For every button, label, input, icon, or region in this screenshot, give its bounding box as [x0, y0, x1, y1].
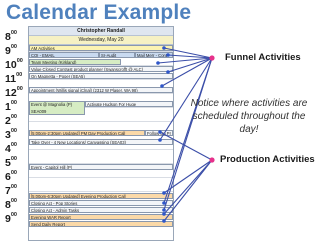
- production-activities-label: Production Activities: [220, 154, 315, 165]
- hour-label: 1200: [5, 86, 23, 99]
- calendar-event[interactable]: Sr-Audit: [99, 52, 135, 58]
- slide-title: Calendar Example: [6, 1, 192, 24]
- calendar-event[interactable]: Follow Up Pr: [145, 130, 173, 136]
- hour-divider: [29, 93, 173, 94]
- calendar-event[interactable]: COI - EMAIL: [29, 52, 99, 58]
- calendar-event[interactable]: Value Closed Contrast product planner (S…: [29, 66, 173, 72]
- calendar-date: Wednesday, May 20: [29, 36, 173, 45]
- hour-label: 100: [5, 100, 17, 113]
- calendar-grid: Christopher Randall Wednesday, May 20 AM…: [28, 26, 174, 241]
- calendar-event[interactable]: Closing Act - Pop Stories: [29, 200, 173, 206]
- hour-divider: [29, 191, 173, 192]
- calendar-event[interactable]: Activate Hudson For Huge: [85, 101, 173, 107]
- hour-divider: [29, 79, 173, 80]
- funnel-connector: [167, 54, 213, 59]
- hour-label: 900: [5, 44, 17, 57]
- hour-divider: [29, 177, 173, 178]
- hour-column: 800 900 1000 1100 1200 100 200 300 400 5…: [4, 26, 26, 239]
- calendar-event[interactable]: SEA009: [29, 109, 85, 115]
- hour-divider: [29, 149, 173, 150]
- calendar-event[interactable]: [5:00pm-2:30pm Updated] PM Day Productio…: [29, 130, 145, 136]
- calendar-event[interactable]: Send Daily Report: [29, 221, 173, 227]
- hour-label: 600: [5, 170, 17, 183]
- calendar-event[interactable]: AM Activities: [29, 45, 173, 51]
- calendar-event[interactable]: [5:00pm-6:30pm Updated] Evening Producti…: [29, 193, 173, 199]
- hour-label: 900: [5, 212, 17, 225]
- hour-label: 400: [5, 142, 17, 155]
- funnel-connector: [167, 57, 213, 73]
- hour-label: 800: [5, 30, 17, 43]
- hour-label: 800: [5, 198, 17, 211]
- hour-label: 1100: [5, 72, 23, 85]
- calendar-owner: Christopher Randall: [29, 27, 173, 36]
- calendar-event[interactable]: Team Meeting (Kirkland): [29, 59, 121, 65]
- calendar-event[interactable]: Event - Capitol Hill (P): [29, 164, 173, 170]
- calendar-event[interactable]: Mail Merr - Cont: [135, 52, 173, 58]
- hour-label: 1000: [5, 58, 23, 71]
- funnel-dot: [209, 55, 215, 61]
- hour-label: 700: [5, 184, 17, 197]
- calendar-day-view: 800 900 1000 1100 1200 100 200 300 400 5…: [4, 26, 174, 241]
- annotation-note: Notice where activities are scheduled th…: [190, 98, 308, 135]
- calendar-event[interactable]: Appointment (Willis signal iClnal) (2312…: [29, 87, 173, 93]
- calendar-event[interactable]: Evening WAR Report: [29, 214, 173, 220]
- calendar-event[interactable]: On Magnetta - Pooer (SEA5): [29, 73, 173, 79]
- calendar-event[interactable]: Take Over - 4 New Locations/ Canvassing …: [29, 139, 173, 145]
- funnel-activities-label: Funnel Activities: [225, 52, 301, 63]
- hour-label: 500: [5, 156, 17, 169]
- calendar-event[interactable]: Closing Act - Admin Tasks: [29, 207, 173, 213]
- hour-label: 300: [5, 128, 17, 141]
- production-dot: [209, 157, 215, 163]
- hour-label: 200: [5, 114, 17, 127]
- hour-divider: [29, 121, 173, 122]
